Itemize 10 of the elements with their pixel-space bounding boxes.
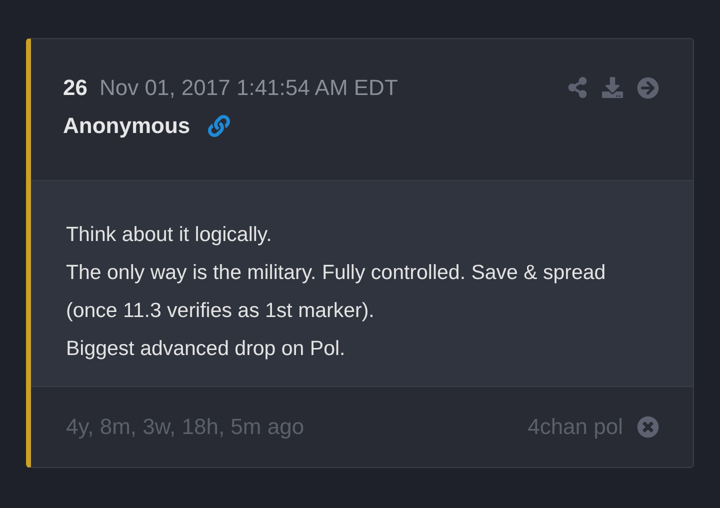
author-name: Anonymous <box>63 113 190 139</box>
post-text: Think about it logically. <box>66 222 273 248</box>
post-text: Biggest advanced drop on Pol. <box>66 336 346 362</box>
post-timestamp: Nov 01, 2017 1:41:54 AM EDT <box>99 75 398 101</box>
download-icon[interactable] <box>602 77 623 98</box>
close-icon[interactable] <box>637 416 659 438</box>
share-icon[interactable] <box>567 77 588 98</box>
post-number: 26 <box>63 75 88 101</box>
link-icon[interactable] <box>208 115 230 137</box>
post-text: The only way is the military. Fully controlled. Save & spread (once 11.3 verifies as 1st marker). <box>66 260 607 324</box>
